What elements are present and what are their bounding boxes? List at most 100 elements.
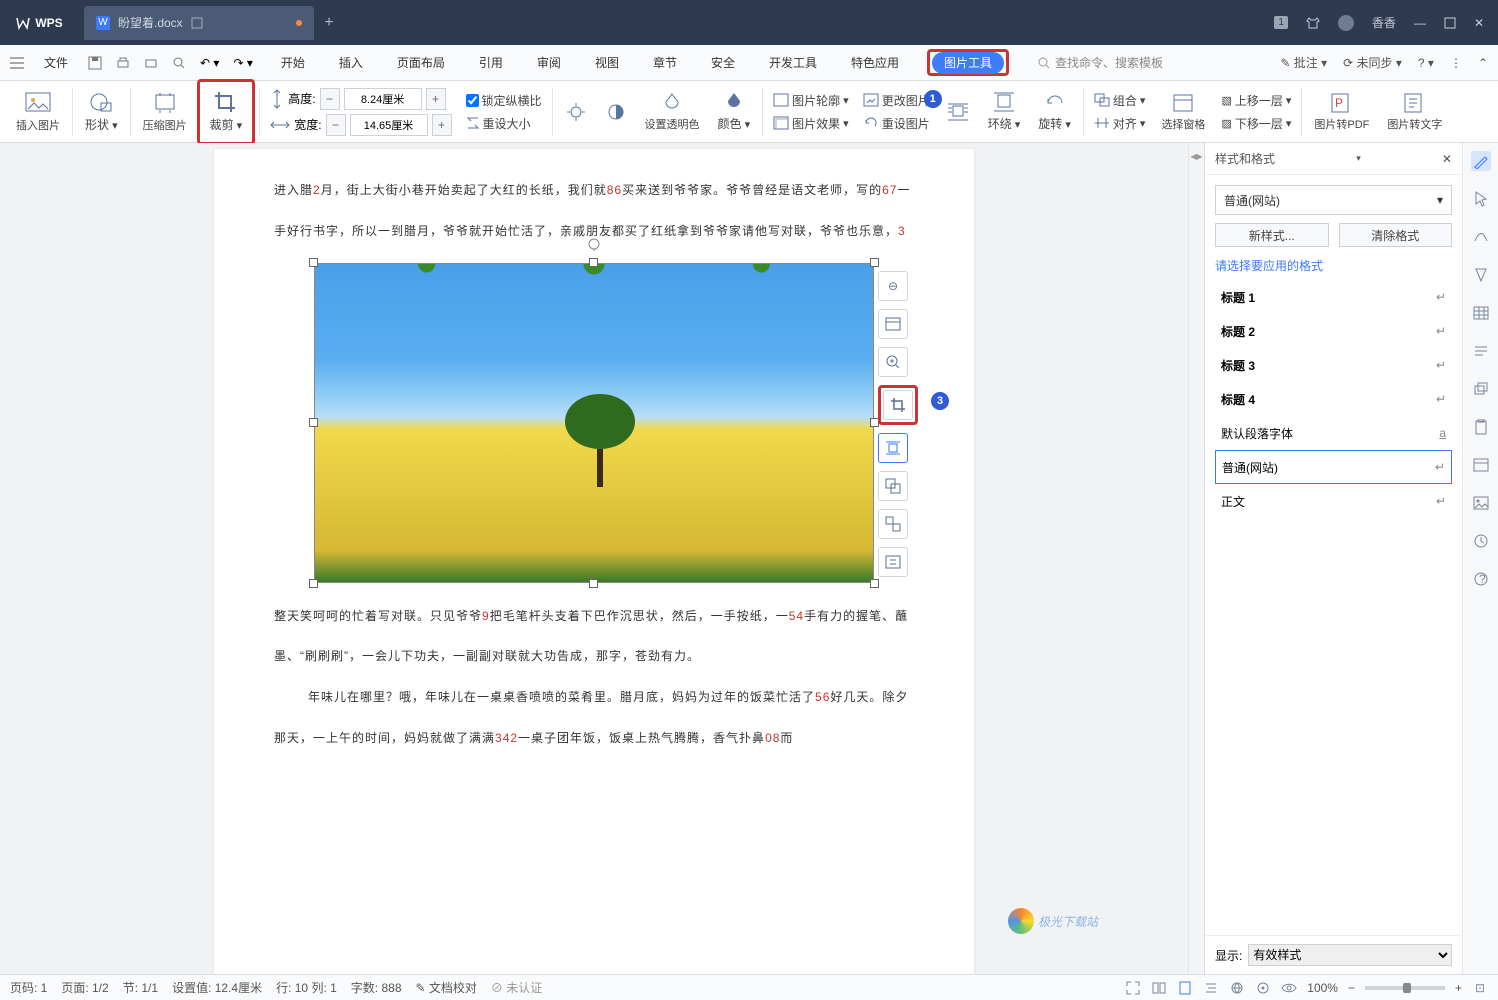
help-button[interactable]: ? ▾ <box>1418 56 1434 70</box>
document-tab[interactable]: W 盼望着.docx <box>84 6 314 40</box>
collapse-ribbon-button[interactable]: ⌃ <box>1478 56 1488 70</box>
tab-insert[interactable]: 插入 <box>333 50 369 75</box>
sidepanel-handle[interactable]: ◂▸ <box>1188 143 1204 974</box>
sb-fullscreen-icon[interactable] <box>1125 980 1141 996</box>
tab-layout[interactable]: 页面布局 <box>391 50 451 75</box>
minimize-button[interactable]: — <box>1414 16 1426 30</box>
preview-icon[interactable] <box>172 56 186 70</box>
style-normal-web[interactable]: 普通(网站)↵ <box>1215 450 1452 484</box>
reset-size-button[interactable]: 重设大小 <box>466 115 542 132</box>
print-icon[interactable] <box>144 56 158 70</box>
pic-to-pdf-button[interactable]: P图片转PDF <box>1306 84 1377 140</box>
pic-to-text-button[interactable]: 图片转文字 <box>1379 84 1450 140</box>
change-picture-button[interactable]: 更改图片 <box>863 92 930 109</box>
rail-table-icon[interactable] <box>1471 303 1491 323</box>
hamburger-icon[interactable] <box>10 57 24 69</box>
selected-image-wrapper[interactable]: ⊖ 3 <box>314 263 874 583</box>
tab-security[interactable]: 安全 <box>705 50 741 75</box>
picture-effect-button[interactable]: 图片效果 ▾ <box>773 115 849 132</box>
transparent-color-button[interactable]: 设置透明色 <box>637 84 708 140</box>
tab-picture-tools[interactable]: 图片工具 <box>932 52 1004 74</box>
compress-picture-button[interactable]: 压缩图片 <box>135 84 195 140</box>
tab-menu-icon[interactable] <box>191 17 203 29</box>
current-style-combo[interactable]: 普通(网站)▾ <box>1215 185 1452 215</box>
sb-outline-icon[interactable] <box>1203 980 1219 996</box>
width-inc[interactable]: + <box>432 114 452 136</box>
float-multi-button[interactable] <box>878 509 908 539</box>
rail-text-icon[interactable] <box>1471 265 1491 285</box>
rail-style-icon[interactable] <box>1471 151 1491 171</box>
selection-pane-button[interactable]: 选择窗格 <box>1153 84 1213 140</box>
rail-image-icon[interactable] <box>1471 493 1491 513</box>
rail-select-icon[interactable] <box>1471 189 1491 209</box>
width-input[interactable] <box>350 114 428 136</box>
rail-clipboard-icon[interactable] <box>1471 417 1491 437</box>
insert-picture-button[interactable]: 插入图片 <box>8 84 68 140</box>
sb-unauth[interactable]: ⊘ 未认证 <box>491 979 542 996</box>
float-layout-button[interactable] <box>878 309 908 339</box>
brightness-button[interactable] <box>557 84 595 140</box>
sb-zoom[interactable]: 100% <box>1307 981 1338 995</box>
rail-para-icon[interactable] <box>1471 341 1491 361</box>
float-more-button[interactable] <box>878 547 908 577</box>
wrap-style-button[interactable] <box>938 84 978 140</box>
sync-button[interactable]: ⟳ 未同步 ▾ <box>1343 54 1402 71</box>
embedded-image[interactable] <box>314 263 874 583</box>
tab-section[interactable]: 章节 <box>647 50 683 75</box>
lock-aspect-checkbox[interactable]: 锁定纵横比 <box>466 92 542 109</box>
tab-review[interactable]: 审阅 <box>531 50 567 75</box>
sb-position[interactable]: 设置值: 12.4厘米 <box>172 979 262 996</box>
sb-eye-icon[interactable] <box>1281 980 1297 996</box>
ribbon-options-icon[interactable]: ⋮ <box>1450 56 1462 70</box>
sb-focus-icon[interactable] <box>1255 980 1271 996</box>
picture-outline-button[interactable]: 图片轮廓 ▾ <box>773 92 849 109</box>
float-collapse-button[interactable]: ⊖ <box>878 271 908 301</box>
save-icon[interactable] <box>88 56 102 70</box>
tab-home[interactable]: 开始 <box>275 50 311 75</box>
sb-proof[interactable]: ✎ 文档校对 <box>416 979 477 996</box>
rail-backup-icon[interactable] <box>1471 531 1491 551</box>
style-heading4[interactable]: 标题 4↵ <box>1215 382 1452 416</box>
sb-webview-icon[interactable] <box>1229 980 1245 996</box>
sb-pageview-icon[interactable] <box>1177 980 1193 996</box>
file-menu[interactable]: 文件 <box>38 50 74 75</box>
contrast-button[interactable] <box>597 84 635 140</box>
sb-zoom-slider[interactable] <box>1365 986 1445 990</box>
rotate-button[interactable]: 旋转 ▾ <box>1030 84 1079 140</box>
rail-layer-icon[interactable] <box>1471 379 1491 399</box>
tab-devtools[interactable]: 开发工具 <box>763 50 823 75</box>
sb-zoom-out[interactable]: − <box>1348 981 1355 995</box>
width-dec[interactable]: − <box>326 114 346 136</box>
float-crop-button[interactable] <box>883 390 913 420</box>
undo-button[interactable]: ↶ ▾ <box>200 56 219 70</box>
sb-pages[interactable]: 页面: 1/2 <box>61 979 108 996</box>
style-heading1[interactable]: 标题 1↵ <box>1215 280 1452 314</box>
rotate-handle[interactable] <box>587 237 601 251</box>
rail-property-icon[interactable] <box>1471 455 1491 475</box>
add-tab-button[interactable]: + <box>314 14 344 32</box>
style-default-font[interactable]: 默认段落字体a <box>1215 416 1452 450</box>
sb-readmode-icon[interactable] <box>1151 980 1167 996</box>
user-avatar-icon[interactable] <box>1338 15 1354 31</box>
document-canvas[interactable]: 进入腊2月，街上大街小巷开始卖起了大红的长纸，我们就86买来送到爷爷家。爷爷曾经… <box>0 143 1188 974</box>
rail-shape-icon[interactable] <box>1471 227 1491 247</box>
height-inc[interactable]: + <box>426 88 446 110</box>
float-zoom-button[interactable] <box>878 347 908 377</box>
sb-rowcol[interactable]: 行: 10 列: 1 <box>276 979 337 996</box>
sb-wordcount[interactable]: 字数: 888 <box>351 979 402 996</box>
tab-view[interactable]: 视图 <box>589 50 625 75</box>
crop-button[interactable]: 裁剪 ▾ <box>202 84 251 140</box>
shape-button[interactable]: 形状 ▾ <box>77 84 126 140</box>
annotate-button[interactable]: ✎ 批注 ▾ <box>1280 54 1327 71</box>
sb-fit-icon[interactable]: ⊡ <box>1472 980 1488 996</box>
align-button[interactable]: 对齐 ▾ <box>1094 115 1146 132</box>
maximize-button[interactable] <box>1444 17 1456 29</box>
command-search[interactable]: 查找命令、搜索模板 <box>1037 54 1163 71</box>
tab-reference[interactable]: 引用 <box>473 50 509 75</box>
style-heading2[interactable]: 标题 2↵ <box>1215 314 1452 348</box>
group-button[interactable]: 组合 ▾ <box>1094 92 1146 109</box>
clear-format-button[interactable]: 清除格式 <box>1339 223 1453 247</box>
float-replace-button[interactable] <box>878 471 908 501</box>
float-wrap-button[interactable] <box>878 433 908 463</box>
height-input[interactable] <box>344 88 422 110</box>
